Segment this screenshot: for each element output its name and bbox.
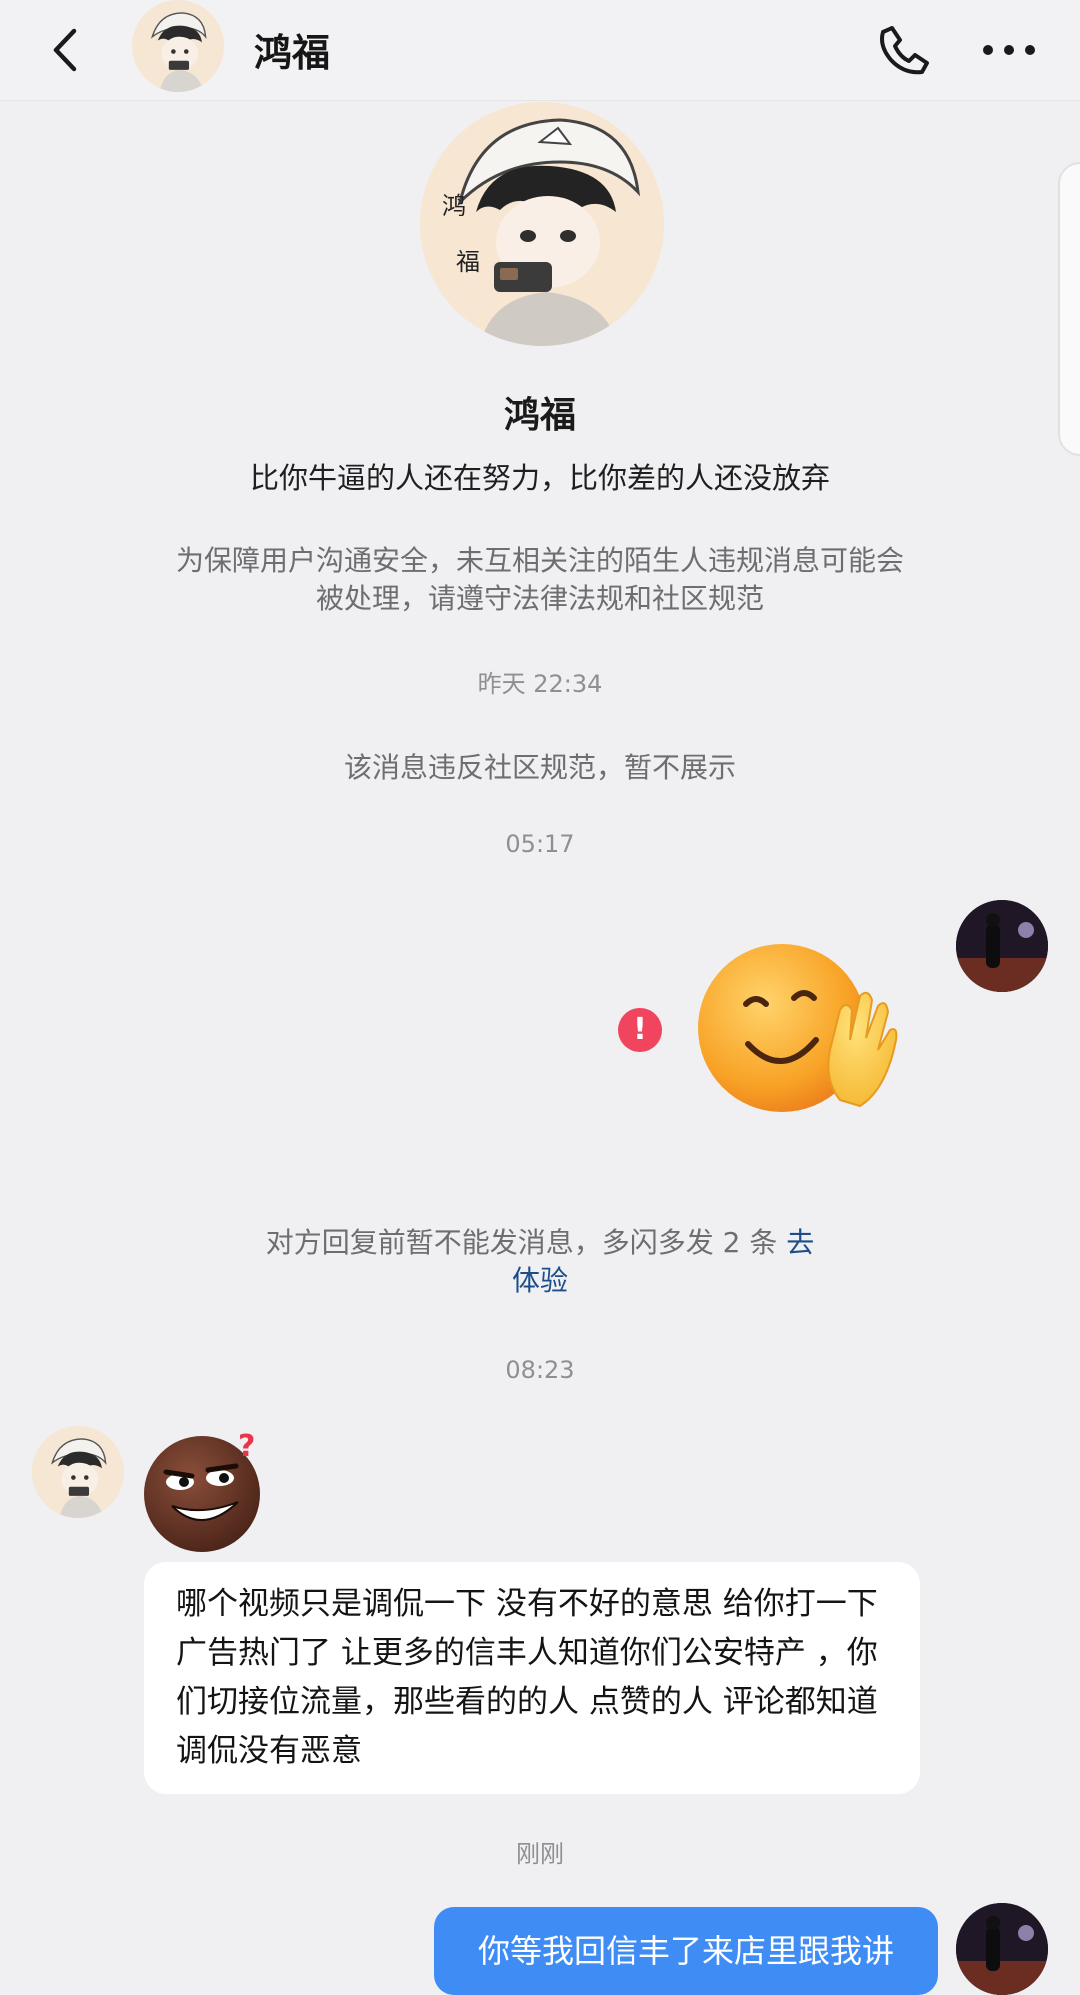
phone-icon xyxy=(880,26,929,75)
safety-notice-line-2: 被处理，请遵守法律法规和社区规范 xyxy=(315,582,764,615)
send-failed-icon[interactable]: ! xyxy=(618,1008,662,1052)
chat-title: 鸿福 xyxy=(254,31,331,75)
violation-notice: 该消息违反社区规范，暂不展示 xyxy=(343,751,736,784)
contact-avatar[interactable] xyxy=(132,0,224,92)
timestamp: 刚刚 xyxy=(516,1840,564,1868)
safety-notice-line-1: 为保障用户沟通安全，未互相关注的陌生人违规消息可能会 xyxy=(175,544,904,577)
reply-limit-link-part-2[interactable]: 体验 xyxy=(512,1264,568,1297)
profile-name: 鸿福 xyxy=(503,395,576,436)
profile-bio: 比你牛逼的人还在努力，比你差的人还没放弃 xyxy=(249,461,830,495)
smirk-sticker[interactable]: ? xyxy=(142,1424,270,1554)
more-button[interactable] xyxy=(978,20,1040,80)
avatar-glyph-2: 福 xyxy=(456,248,480,276)
incoming-message-bubble[interactable]: 哪个视频只是调侃一下 没有不好的意思 给你打一下广告热门了 让更多的信丰人知道你… xyxy=(144,1562,920,1794)
call-button[interactable] xyxy=(874,20,934,80)
avatar-glyph-1: 鸿 xyxy=(442,192,466,220)
more-icon xyxy=(983,45,1035,55)
contact-message-avatar[interactable] xyxy=(32,1426,124,1518)
profile-avatar[interactable]: 鸿 福 xyxy=(420,102,664,346)
timestamp: 05:17 xyxy=(505,830,575,858)
safety-notice: 为保障用户沟通安全，未互相关注的陌生人违规消息可能会 被处理，请遵守法律法规和社… xyxy=(130,542,950,618)
back-button[interactable] xyxy=(40,20,90,80)
reply-limit-link-part-1[interactable]: 去 xyxy=(786,1226,814,1259)
reply-limit-text: 对方回复前暂不能发消息，多闪多发 2 条 xyxy=(265,1226,778,1259)
my-avatar[interactable] xyxy=(956,900,1048,992)
wave-smile-sticker[interactable] xyxy=(690,940,910,1115)
outgoing-message-bubble[interactable]: 你等我回信丰了来店里跟我讲 xyxy=(434,1907,938,1995)
reply-limit-hint: 对方回复前暂不能发消息，多闪多发 2 条 去 体验 xyxy=(200,1224,880,1300)
my-avatar[interactable] xyxy=(956,1903,1048,1995)
timestamp: 昨天 22:34 xyxy=(477,670,603,698)
timestamp: 08:23 xyxy=(505,1356,575,1384)
chevron-left-icon xyxy=(53,28,77,72)
svg-text:?: ? xyxy=(238,1429,255,1464)
